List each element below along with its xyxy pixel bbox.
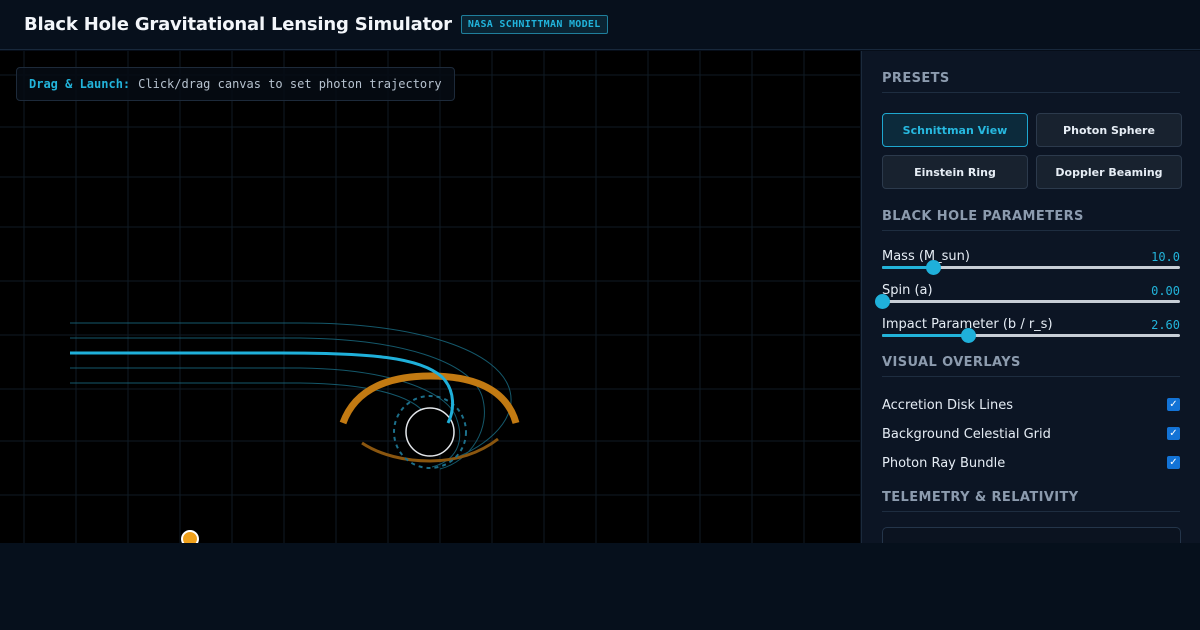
overlays-title: VISUAL OVERLAYS	[882, 355, 1180, 377]
photon-launcher-handle[interactable]	[181, 530, 199, 543]
spin-label: Spin (a)	[882, 283, 933, 298]
mass-value: 10.0	[1151, 250, 1180, 264]
preset-doppler-beaming-button[interactable]: Doppler Beaming	[1036, 155, 1182, 189]
presets-title: PRESETS	[882, 71, 1180, 93]
photon-trajectory	[70, 351, 454, 424]
parameters-title: BLACK HOLE PARAMETERS	[882, 209, 1180, 231]
overlay-label: Photon Ray Bundle	[882, 456, 1006, 471]
spin-slider-thumb[interactable]	[875, 294, 890, 309]
spin-value: 0.00	[1151, 284, 1180, 298]
hint-text: Click/drag canvas to set photon trajecto…	[138, 77, 442, 91]
page-footer-background	[0, 543, 1200, 630]
lensing-visualization[interactable]	[0, 51, 860, 543]
drag-launch-hint: Drag & Launch: Click/drag canvas to set …	[16, 67, 455, 101]
overlay-label: Background Celestial Grid	[882, 427, 1051, 442]
preset-photon-sphere-button[interactable]: Photon Sphere	[1036, 113, 1182, 147]
preset-einstein-ring-button[interactable]: Einstein Ring	[882, 155, 1028, 189]
impact-slider[interactable]	[882, 328, 1180, 343]
accretion-disk-checkbox[interactable]: ✓	[1167, 398, 1180, 411]
preset-schnittman-view-button[interactable]: Schnittman View	[882, 113, 1028, 147]
simulation-canvas[interactable]: Drag & Launch: Click/drag canvas to set …	[0, 51, 860, 543]
overlays-list: Accretion Disk Lines ✓ Background Celest…	[882, 397, 1180, 484]
app-title: Black Hole Gravitational Lensing Simulat…	[24, 14, 452, 35]
mass-label: Mass (M_sun)	[882, 249, 970, 264]
celestial-grid-checkbox[interactable]: ✓	[1167, 427, 1180, 440]
mass-slider[interactable]	[882, 260, 1180, 275]
mass-slider-thumb[interactable]	[925, 260, 941, 275]
model-badge: NASA SCHNITTMAN MODEL	[460, 15, 608, 34]
app: Black Hole Gravitational Lensing Simulat…	[0, 0, 1200, 630]
hint-key: Drag & Launch:	[29, 77, 131, 91]
overlay-background-celestial-grid[interactable]: Background Celestial Grid ✓	[882, 426, 1180, 455]
telemetry-panel	[882, 527, 1181, 543]
presets-grid: Schnittman View Photon Sphere Einstein R…	[882, 113, 1182, 189]
spin-param: Spin (a) 0.00	[875, 283, 1180, 317]
event-horizon	[405, 407, 455, 457]
overlay-label: Accretion Disk Lines	[882, 398, 1013, 413]
spin-slider[interactable]	[875, 294, 1180, 309]
overlay-photon-ray-bundle[interactable]: Photon Ray Bundle ✓	[882, 455, 1180, 484]
overlay-accretion-disk-lines[interactable]: Accretion Disk Lines ✓	[882, 397, 1180, 426]
impact-value: 2.60	[1151, 318, 1180, 332]
impact-param: Impact Parameter (b / r_s) 2.60	[882, 317, 1180, 351]
photon-ray-bundle-checkbox[interactable]: ✓	[1167, 456, 1180, 469]
control-panel: PRESETS Schnittman View Photon Sphere Ei…	[861, 51, 1200, 543]
telemetry-title: TELEMETRY & RELATIVITY	[882, 490, 1180, 512]
header: Black Hole Gravitational Lensing Simulat…	[0, 0, 1200, 50]
impact-slider-fill	[882, 334, 969, 337]
celestial-grid	[0, 51, 860, 543]
mass-param: Mass (M_sun) 10.0	[882, 249, 1180, 283]
impact-slider-thumb[interactable]	[961, 328, 977, 343]
parameters-list: Mass (M_sun) 10.0 Spin (a) 0.00 Impact P…	[875, 249, 1180, 351]
